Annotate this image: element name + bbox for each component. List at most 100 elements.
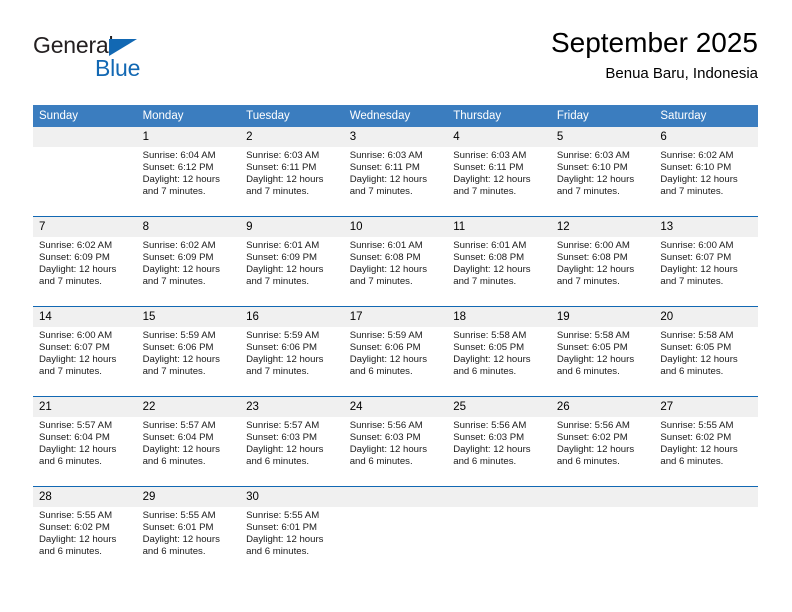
calendar-day-cell[interactable]: 26 Sunrise: 5:56 AM Sunset: 6:02 PM Dayligh…	[550, 396, 655, 487]
calendar-day-cell[interactable]: 16 Sunrise: 5:59 AM Sunset: 6:06 PM Dayligh…	[240, 306, 344, 397]
day-info-line: Daylight: 12 hours	[556, 354, 635, 366]
day-sun-info: Sunrise: 5:55 AM Sunset: 6:02 PM Daylight:…	[654, 417, 758, 468]
day-info-line: and 6 minutes.	[660, 456, 724, 468]
calendar-day-cell[interactable]: 30 Sunrise: 5:55 AM Sunset: 6:01 PM Dayligh…	[240, 486, 344, 576]
day-sun-info: Sunrise: 6:02 AM Sunset: 6:09 PM Daylight:…	[137, 237, 241, 288]
day-cell-content: 10 Sunrise: 6:01 AM Sunset: 6:08 PM Dayligh…	[343, 217, 448, 306]
day-cell-content: 24 Sunrise: 5:56 AM Sunset: 6:03 PM Dayligh…	[343, 397, 448, 486]
calendar-day-cell[interactable]: 2 Sunrise: 6:03 AM Sunset: 6:11 PM Daylight…	[240, 127, 344, 217]
calendar-day-cell[interactable]: 28 Sunrise: 5:55 AM Sunset: 6:02 PM Dayligh…	[33, 486, 137, 576]
day-number: 13	[654, 217, 758, 237]
day-info-line: Daylight: 12 hours	[453, 174, 531, 186]
day-info-line: and 7 minutes.	[39, 366, 102, 378]
day-cell-content: 1 Sunrise: 6:04 AM Sunset: 6:12 PM Daylight…	[136, 127, 241, 216]
day-cell-content	[33, 127, 137, 216]
calendar-empty-cell	[654, 486, 758, 576]
day-info-line: Sunset: 6:04 PM	[39, 432, 110, 444]
calendar-day-cell[interactable]: 21 Sunrise: 5:57 AM Sunset: 6:04 PM Dayligh…	[33, 396, 137, 487]
day-info-line: Sunset: 6:04 PM	[142, 432, 214, 444]
day-info-line: Sunrise: 5:59 AM	[246, 330, 320, 341]
day-info-line: Daylight: 12 hours	[246, 534, 324, 546]
day-info-line: and 7 minutes.	[556, 276, 620, 288]
day-info-line: and 6 minutes.	[246, 456, 310, 468]
day-cell-content: 26 Sunrise: 5:56 AM Sunset: 6:02 PM Dayligh…	[550, 397, 655, 486]
day-info-line: and 6 minutes.	[556, 366, 620, 378]
calendar-day-cell[interactable]: 12 Sunrise: 6:00 AM Sunset: 6:08 PM Dayligh…	[550, 216, 655, 307]
calendar-day-cell[interactable]: 10 Sunrise: 6:01 AM Sunset: 6:08 PM Dayligh…	[343, 216, 448, 307]
day-number: 25	[447, 397, 551, 417]
day-number: 20	[654, 307, 758, 327]
day-info-line: and 7 minutes.	[349, 276, 413, 288]
calendar-day-cell[interactable]: 5 Sunrise: 6:03 AM Sunset: 6:10 PM Daylight…	[550, 127, 655, 217]
logo-text-blue: Blue	[95, 55, 141, 81]
day-sun-info: Sunrise: 5:58 AM Sunset: 6:05 PM Daylight:…	[447, 327, 551, 378]
day-info-line: Sunrise: 5:57 AM	[142, 420, 216, 431]
day-info-line: Sunrise: 5:57 AM	[39, 420, 113, 431]
calendar-day-cell[interactable]: 6 Sunrise: 6:02 AM Sunset: 6:10 PM Daylight…	[654, 127, 758, 217]
day-info-line: Sunrise: 5:58 AM	[453, 330, 527, 341]
calendar-day-cell[interactable]: 11 Sunrise: 6:01 AM Sunset: 6:08 PM Dayligh…	[447, 216, 551, 307]
day-info-line: Daylight: 12 hours	[142, 444, 220, 456]
day-number: 14	[33, 307, 137, 327]
day-cell-content: 28 Sunrise: 5:55 AM Sunset: 6:02 PM Dayligh…	[33, 487, 137, 576]
calendar-day-cell[interactable]: 23 Sunrise: 5:57 AM Sunset: 6:03 PM Dayligh…	[240, 396, 344, 487]
calendar-day-cell[interactable]: 1 Sunrise: 6:04 AM Sunset: 6:12 PM Daylight…	[136, 127, 241, 217]
day-sun-info: Sunrise: 5:56 AM Sunset: 6:02 PM Daylight:…	[551, 417, 655, 468]
calendar-day-cell[interactable]: 25 Sunrise: 5:56 AM Sunset: 6:03 PM Dayligh…	[447, 396, 551, 487]
day-info-line: Sunrise: 6:01 AM	[453, 240, 527, 251]
day-cell-content: 4 Sunrise: 6:03 AM Sunset: 6:11 PM Daylight…	[447, 127, 551, 216]
weekday-header-monday: Monday	[136, 105, 241, 127]
day-info-line: Sunset: 6:05 PM	[453, 342, 525, 354]
day-info-line: Daylight: 12 hours	[453, 264, 531, 276]
day-number: 28	[33, 487, 137, 507]
general-blue-logo[interactable]: General Blue	[33, 30, 213, 86]
calendar-day-cell[interactable]: 8 Sunrise: 6:02 AM Sunset: 6:09 PM Daylight…	[136, 216, 241, 307]
day-number: 4	[447, 127, 551, 147]
calendar-day-cell[interactable]: 18 Sunrise: 5:58 AM Sunset: 6:05 PM Dayligh…	[447, 306, 551, 397]
calendar-day-cell[interactable]: 4 Sunrise: 6:03 AM Sunset: 6:11 PM Daylight…	[447, 127, 551, 217]
day-info-line: Sunrise: 5:58 AM	[556, 330, 630, 341]
day-info-line: and 6 minutes.	[556, 456, 620, 468]
day-info-line: and 7 minutes.	[556, 186, 620, 198]
day-info-line: and 7 minutes.	[453, 276, 517, 288]
calendar-day-cell[interactable]: 27 Sunrise: 5:55 AM Sunset: 6:02 PM Dayligh…	[654, 396, 758, 487]
day-info-line: Sunset: 6:09 PM	[142, 252, 214, 264]
calendar-day-cell[interactable]: 7 Sunrise: 6:02 AM Sunset: 6:09 PM Daylight…	[33, 216, 137, 307]
day-cell-content: 19 Sunrise: 5:58 AM Sunset: 6:05 PM Dayligh…	[550, 307, 655, 396]
calendar-day-cell[interactable]: 29 Sunrise: 5:55 AM Sunset: 6:01 PM Dayligh…	[136, 486, 241, 576]
calendar-day-cell[interactable]: 17 Sunrise: 5:59 AM Sunset: 6:06 PM Dayligh…	[343, 306, 448, 397]
day-sun-info: Sunrise: 5:55 AM Sunset: 6:02 PM Daylight:…	[33, 507, 137, 558]
calendar-empty-cell	[343, 486, 448, 576]
day-info-line: Sunset: 6:06 PM	[142, 342, 214, 354]
day-info-line: Sunrise: 6:00 AM	[660, 240, 734, 251]
day-info-line: Sunset: 6:12 PM	[142, 162, 214, 174]
day-info-line: Sunrise: 6:01 AM	[349, 240, 423, 251]
day-sun-info: Sunrise: 6:03 AM Sunset: 6:11 PM Daylight:…	[240, 147, 344, 198]
day-cell-content	[447, 487, 551, 576]
blue-triangle-icon	[109, 39, 137, 56]
day-info-line: Daylight: 12 hours	[349, 354, 428, 366]
calendar-day-cell[interactable]: 20 Sunrise: 5:58 AM Sunset: 6:05 PM Dayligh…	[654, 306, 758, 397]
calendar-day-cell[interactable]: 19 Sunrise: 5:58 AM Sunset: 6:05 PM Dayligh…	[550, 306, 655, 397]
day-sun-info: Sunrise: 6:00 AM Sunset: 6:07 PM Daylight:…	[33, 327, 137, 378]
weekday-header-sunday: Sunday	[33, 105, 137, 127]
day-info-line: Daylight: 12 hours	[660, 354, 738, 366]
day-info-line: and 7 minutes.	[142, 186, 206, 198]
day-number: 2	[240, 127, 344, 147]
calendar-day-cell[interactable]: 9 Sunrise: 6:01 AM Sunset: 6:09 PM Daylight…	[240, 216, 344, 307]
calendar-day-cell[interactable]: 24 Sunrise: 5:56 AM Sunset: 6:03 PM Dayligh…	[343, 396, 448, 487]
calendar-day-cell[interactable]: 22 Sunrise: 5:57 AM Sunset: 6:04 PM Dayligh…	[136, 396, 241, 487]
calendar-day-cell[interactable]: 3 Sunrise: 6:03 AM Sunset: 6:11 PM Daylight…	[343, 127, 448, 217]
calendar-week-row: 7 Sunrise: 6:02 AM Sunset: 6:09 PM Daylight…	[33, 216, 758, 307]
calendar-day-cell[interactable]: 15 Sunrise: 5:59 AM Sunset: 6:06 PM Dayligh…	[136, 306, 241, 397]
calendar-day-cell[interactable]: 13 Sunrise: 6:00 AM Sunset: 6:07 PM Dayligh…	[654, 216, 758, 307]
day-info-line: Daylight: 12 hours	[660, 444, 738, 456]
calendar-day-cell[interactable]: 14 Sunrise: 6:00 AM Sunset: 6:07 PM Dayligh…	[33, 306, 137, 397]
day-cell-content: 25 Sunrise: 5:56 AM Sunset: 6:03 PM Dayligh…	[447, 397, 551, 486]
day-cell-content: 20 Sunrise: 5:58 AM Sunset: 6:05 PM Dayligh…	[654, 307, 758, 396]
day-sun-info: Sunrise: 6:00 AM Sunset: 6:07 PM Daylight:…	[654, 237, 758, 288]
day-info-line: Daylight: 12 hours	[142, 264, 220, 276]
day-info-line: Sunset: 6:06 PM	[246, 342, 318, 354]
day-number: 9	[240, 217, 344, 237]
day-sun-info: Sunrise: 6:03 AM Sunset: 6:11 PM Daylight:…	[447, 147, 551, 198]
